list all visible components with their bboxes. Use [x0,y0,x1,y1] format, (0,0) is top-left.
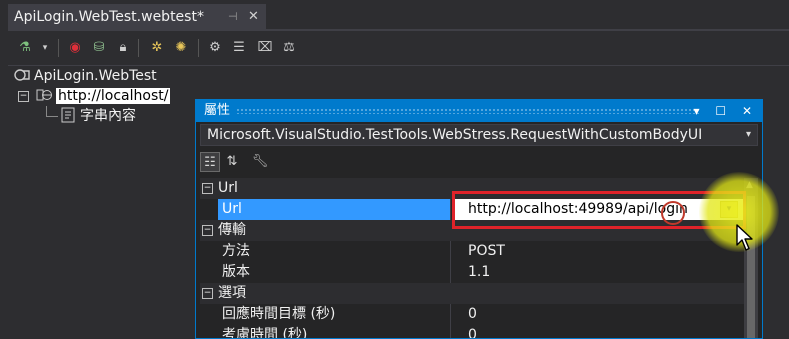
property-name: Url [218,199,451,220]
property-name: 考慮時間 (秒) [218,325,451,338]
window-buttons[interactable]: ▾ ☐ ✕ [694,100,758,122]
highlight-circle [661,201,685,225]
add-request-icon[interactable]: ⚗ [14,37,36,59]
mouse-cursor-icon [736,224,753,251]
add-datasource-icon[interactable]: ⛁ [88,37,110,59]
categorized-icon[interactable]: ☷ [200,152,220,172]
tree-body-node[interactable]: 字串內容 [60,106,136,126]
tree-root-label: ApiLogin.WebTest [34,68,157,84]
document-tab-strip: ApiLogin.WebTest.webtest* ⊣ ✕ [0,0,789,30]
category-label: 選項 [218,285,246,301]
tree-connector [46,116,58,117]
pin-icon[interactable]: ⊣ [228,4,238,30]
set-credentials-icon[interactable]: ⚖ [278,37,300,59]
plugin-icon[interactable]: ⚙ [204,37,226,59]
extract-icon[interactable]: ✺ [170,37,192,59]
document-tab-title: ApiLogin.WebTest.webtest* [14,9,204,25]
collapse-icon[interactable]: − [202,225,213,236]
webtest-toolbar: ⚗ ▾ ◉ ⛁ 🔒︎ ✲ ✺ ⚙ ☰ ⌧ ⚖ [8,31,789,66]
properties-toolbar: ☷ ⇅ 🔧︎ [200,150,758,176]
title-grip [236,108,701,114]
globe-icon [36,87,52,103]
toolbar-separator [58,39,59,57]
tree-root[interactable]: ApiLogin.WebTest [14,66,157,86]
property-value: 1.1 [468,264,491,280]
property-name: 方法 [218,241,451,262]
string-body-icon [60,107,76,123]
property-row[interactable]: 回應時間目標 (秒) 0 [200,304,744,325]
property-value: POST [468,243,505,259]
close-icon[interactable]: ✕ [248,4,259,30]
object-selector[interactable]: Microsoft.VisualStudio.TestTools.WebStre… [200,124,758,146]
property-name: 回應時間目標 (秒) [218,304,451,325]
parameterize-icon[interactable]: ✲ [146,37,168,59]
category-label: 傳輸 [218,222,246,238]
tree-body-label: 字串內容 [80,108,136,124]
category-label: Url [218,180,238,196]
property-row[interactable]: 版本 1.1 [200,262,744,283]
property-value: 0 [468,327,477,338]
properties-title-bar[interactable]: 屬性 ▾ ☐ ✕ [196,100,762,122]
property-value: 0 [468,306,477,322]
property-row[interactable]: 考慮時間 (秒) 0 [200,325,744,338]
collapse-icon[interactable]: − [18,91,29,102]
properties-title: 屬性 [204,103,231,118]
collapse-icon[interactable]: − [202,288,213,299]
record-icon[interactable]: ◉ [64,37,86,59]
alphabetical-icon[interactable]: ⇅ [222,152,242,172]
tree-request-label: http://localhost/ [56,88,171,104]
property-name: 版本 [218,262,451,283]
property-pages-icon[interactable]: 🔧︎ [250,152,270,172]
collapse-icon[interactable]: − [202,183,213,194]
chevron-down-icon[interactable]: ▾ [746,125,751,145]
document-tab[interactable]: ApiLogin.WebTest.webtest* ⊣ ✕ [8,4,266,30]
object-selector-value: Microsoft.VisualStudio.TestTools.WebStre… [207,127,703,143]
tree-request-node[interactable]: http://localhost/ [36,86,171,106]
toolbar-separator [138,39,139,57]
property-row[interactable]: 方法 POST [200,241,744,262]
category-row[interactable]: − 選項 [200,283,744,304]
dropdown-arrow-icon[interactable]: ▾ [34,37,56,59]
context-icon[interactable]: ☰ [228,37,250,59]
lock-icon[interactable]: 🔒︎ [112,37,134,59]
webtest-icon [14,67,30,83]
generate-code-icon[interactable]: ⌧ [254,37,276,59]
toolbar-separator [198,39,199,57]
